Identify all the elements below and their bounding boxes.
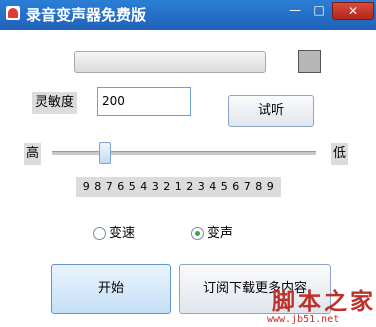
listen-button[interactable]: 试听 xyxy=(228,95,314,127)
client-area: 灵敏度 200 试听 高 低 9 8 7 6 5 4 3 2 1 2 3 4 5… xyxy=(0,30,376,327)
speed-radio-label: 变速 xyxy=(109,226,136,241)
pitch-scale: 9 8 7 6 5 4 3 2 1 2 3 4 5 6 7 8 9 xyxy=(76,177,281,197)
title-bar: 录音变声器免费版 — □ ✕ xyxy=(0,0,376,30)
minimize-button[interactable]: — xyxy=(283,2,307,18)
high-label: 高 xyxy=(24,143,42,165)
speed-radio[interactable]: 变速 xyxy=(93,226,135,242)
watermark-url: www.jb51.net xyxy=(267,314,340,325)
pitch-slider-track[interactable] xyxy=(52,151,316,155)
low-label: 低 xyxy=(331,143,349,165)
watermark-text: 脚本之家 xyxy=(272,288,376,315)
voice-radio[interactable]: 变声 xyxy=(191,226,233,242)
maximize-button[interactable]: □ xyxy=(307,2,331,18)
close-button[interactable]: ✕ xyxy=(332,2,374,20)
status-swatch xyxy=(298,50,321,73)
app-heart-icon xyxy=(6,6,20,20)
sensitivity-label: 灵敏度 xyxy=(32,92,78,114)
window-title: 录音变声器免费版 xyxy=(26,6,147,24)
sensitivity-input[interactable]: 200 xyxy=(97,87,191,116)
start-button[interactable]: 开始 xyxy=(51,264,171,314)
speed-radio-circle[interactable] xyxy=(93,227,106,240)
voice-radio-circle[interactable] xyxy=(191,227,204,240)
voice-radio-label: 变声 xyxy=(207,226,234,241)
pitch-slider-thumb[interactable] xyxy=(99,142,111,164)
level-progress-bar xyxy=(74,51,266,73)
